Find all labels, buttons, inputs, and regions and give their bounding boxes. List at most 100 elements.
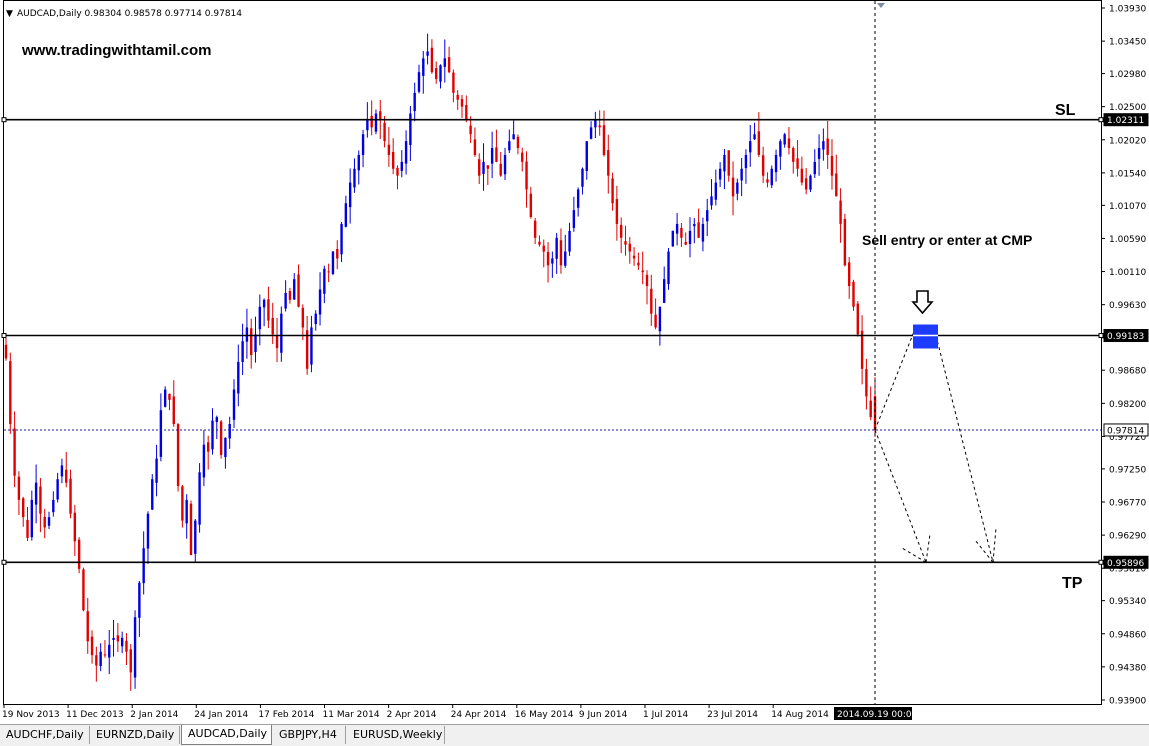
candle-body [232,389,236,420]
candle-body [865,369,868,397]
candle-body [779,141,782,157]
level-handle-left[interactable] [1,333,7,339]
candle-body [56,479,59,500]
candle-body [348,182,352,208]
candle-body [318,289,322,315]
candle-body [443,58,447,67]
candle-body [813,161,816,175]
projection-line-up [874,331,915,431]
candle-body [774,154,778,173]
candle-body [237,361,240,394]
candle-body [585,141,588,171]
candle-body [26,519,29,538]
candle-body [731,177,735,197]
candle-body [288,291,292,300]
candle-body [9,361,12,425]
candle-body [749,141,752,153]
chart-area[interactable]: 1.03930 1.03450 1.02980 1.02500 1.02020 1.015… [0,0,1149,746]
candle-body [417,72,421,92]
x-tick-label: 19 Nov 2013 [2,710,60,720]
candle-body [138,582,141,618]
tab-audcad-daily[interactable]: AUDCAD,Daily [181,725,272,745]
candle-body [340,223,343,255]
x-tick-label: 11 Dec 2013 [66,710,124,720]
tab-eurnzd-daily[interactable]: EURNZD,Daily [90,726,180,744]
candle-body [370,115,373,128]
candle-body [525,161,528,190]
level-price-label-current: 0.97814 [1107,426,1144,436]
candle-body [710,196,713,206]
candle-body [736,182,739,194]
candle-body [43,516,46,528]
y-tick-label: 0.96290 [1109,532,1146,542]
y-tick-label: 0.94860 [1109,630,1146,640]
y-tick-label: 1.03930 [1109,5,1146,15]
candle-body [73,512,77,542]
level-handle-left[interactable] [1,117,7,123]
candle-body [766,179,769,183]
y-tick-label: 1.02980 [1109,70,1146,80]
tab-eurusd-weekly[interactable]: EURUSD,Weekly [347,726,445,744]
candle-body [52,499,55,513]
candle-body [645,274,649,287]
candle-body [688,230,692,244]
y-tick-label: 1.02020 [1109,136,1146,146]
candle-body [344,203,348,227]
tab-audchf-daily[interactable]: AUDCHF,Daily [0,726,90,744]
candle-body [245,327,249,342]
candle-body [512,134,515,140]
overlay-group [874,1,997,704]
candle-body [357,154,360,171]
candle-body [254,334,257,353]
candle-body [624,241,627,245]
collapse-arrow-icon[interactable]: ▼ [6,9,13,19]
arrowhead-a1 [901,547,927,563]
candle-body [159,410,163,457]
candle-body [22,498,25,518]
candle-body [757,131,761,155]
candle-body [632,255,636,259]
entry-zone-box[interactable] [913,324,938,349]
candle-body [112,637,115,640]
price-chart[interactable]: 1.03930 1.03450 1.02980 1.02500 1.02020 1.015… [0,0,1149,724]
candle-body [482,161,485,174]
candle-body [460,99,464,107]
candle-body [822,141,825,150]
level-handle-right[interactable] [1098,333,1104,339]
candle-body [297,274,300,307]
candle-body [469,125,472,135]
candle-body [163,389,167,407]
candle-body [47,517,51,526]
level-handle-right[interactable] [1098,559,1104,565]
candle-body [228,424,231,439]
candle-body [542,245,545,252]
projection-line-down-direct [874,429,927,563]
candle-body [404,141,408,164]
candle-body [654,314,657,328]
y-tick-label: 0.99630 [1109,301,1146,311]
candle-body [568,230,571,252]
candle-body [60,465,64,477]
candle-body [400,161,403,171]
tab-gbpjpy-h4[interactable]: GBPJPY,H4 [273,726,346,744]
candle-body [473,139,477,155]
candle-body [65,469,68,483]
candle-body [792,147,795,162]
candle-body [516,136,520,149]
candle-body [852,281,855,307]
candle-body [564,251,567,266]
candle-body [13,428,16,476]
candle-body [701,223,705,242]
candle-body [284,292,287,309]
candle-body [250,328,253,356]
entry-note: Sell entry or enter at CMP [862,232,1032,248]
x-tick-label: 9 Jun 2014 [579,710,628,720]
x-tick-label: 24 Apr 2014 [451,710,507,720]
candle-body [413,92,416,112]
candle-body [447,57,451,73]
level-handle-left[interactable] [1,559,7,565]
candle-body [314,313,317,325]
candle-body [503,154,507,175]
level-handle-right[interactable] [1098,117,1104,123]
y-tick-label: 1.01540 [1109,169,1146,179]
